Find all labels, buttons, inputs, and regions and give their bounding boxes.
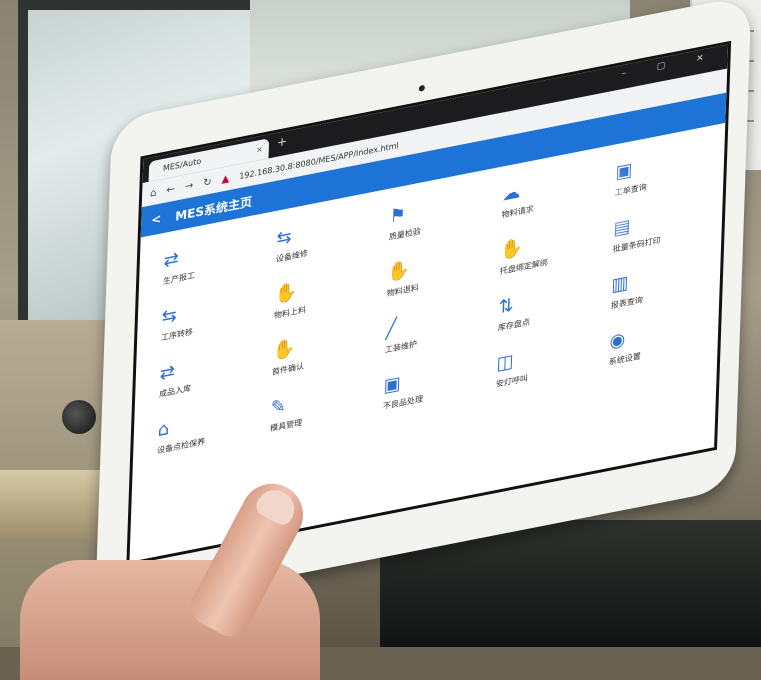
menu-item-label: 物料上料 xyxy=(273,304,307,320)
menu-item-icon: ▥ xyxy=(611,271,629,296)
menu-item-label: 系统设置 xyxy=(608,351,641,367)
menu-item-icon: ▣ xyxy=(383,372,402,397)
menu-item-icon: ⌂ xyxy=(157,417,170,441)
menu-item-label: 工序转移 xyxy=(160,326,194,343)
menu-item-icon: ⇄ xyxy=(163,247,180,272)
reload-icon[interactable]: ↻ xyxy=(203,176,212,189)
menu-item-label: 物料退料 xyxy=(386,282,420,298)
menu-item-icon: ☁ xyxy=(502,180,521,206)
menu-item-label: 库存盘点 xyxy=(497,316,531,333)
menu-item-icon: ◉ xyxy=(609,328,626,353)
close-tab-icon[interactable]: × xyxy=(256,139,263,160)
menu-item-icon: ╱ xyxy=(385,316,397,341)
menu-item-label: 设备维修 xyxy=(275,248,309,264)
machine-knob xyxy=(62,400,96,434)
back-icon[interactable]: ← xyxy=(166,183,175,196)
menu-item-label: 报表查询 xyxy=(610,294,643,310)
menu-item-label: 工装维护 xyxy=(384,338,418,355)
menu-item-label: 质量检验 xyxy=(388,226,421,242)
menu-item-label: 成品入库 xyxy=(158,383,192,399)
hand xyxy=(20,560,320,680)
menu-item-icon: ⇄ xyxy=(159,360,176,385)
camera-icon xyxy=(418,84,425,92)
back-button[interactable]: < xyxy=(151,211,162,227)
menu-item-label: 安灯呼叫 xyxy=(495,373,529,389)
menu-item-icon: ✋ xyxy=(274,280,298,306)
lock-icon: ▲ xyxy=(221,172,230,186)
menu-item-icon: ◫ xyxy=(496,349,514,375)
tablet-screen: MES/Auto × + – ▢ ✕ ⌂ ← → ↻ ▲ 192.168.30.… xyxy=(126,40,732,566)
tab-title: MES/Auto xyxy=(162,156,202,174)
new-tab-icon[interactable]: + xyxy=(277,134,288,150)
forward-icon[interactable]: → xyxy=(185,180,194,193)
menu-item-icon: ⇆ xyxy=(161,303,178,328)
menu-item-icon: ⇆ xyxy=(276,225,293,250)
menu-item-icon: ✋ xyxy=(272,336,296,363)
menu-item-icon: ✋ xyxy=(387,258,411,284)
menu-item-label: 首件确认 xyxy=(271,361,305,377)
menu-item-label: 模具管理 xyxy=(269,417,303,433)
home-icon[interactable]: ⌂ xyxy=(150,187,157,199)
menu-item-label: 生产报工 xyxy=(162,270,196,286)
menu-item-icon: ⇅ xyxy=(498,293,515,318)
menu-item-icon: ✎ xyxy=(270,394,287,419)
menu-item-icon: ⚑ xyxy=(389,202,407,228)
menu-item-label: 不良品处理 xyxy=(382,393,424,411)
